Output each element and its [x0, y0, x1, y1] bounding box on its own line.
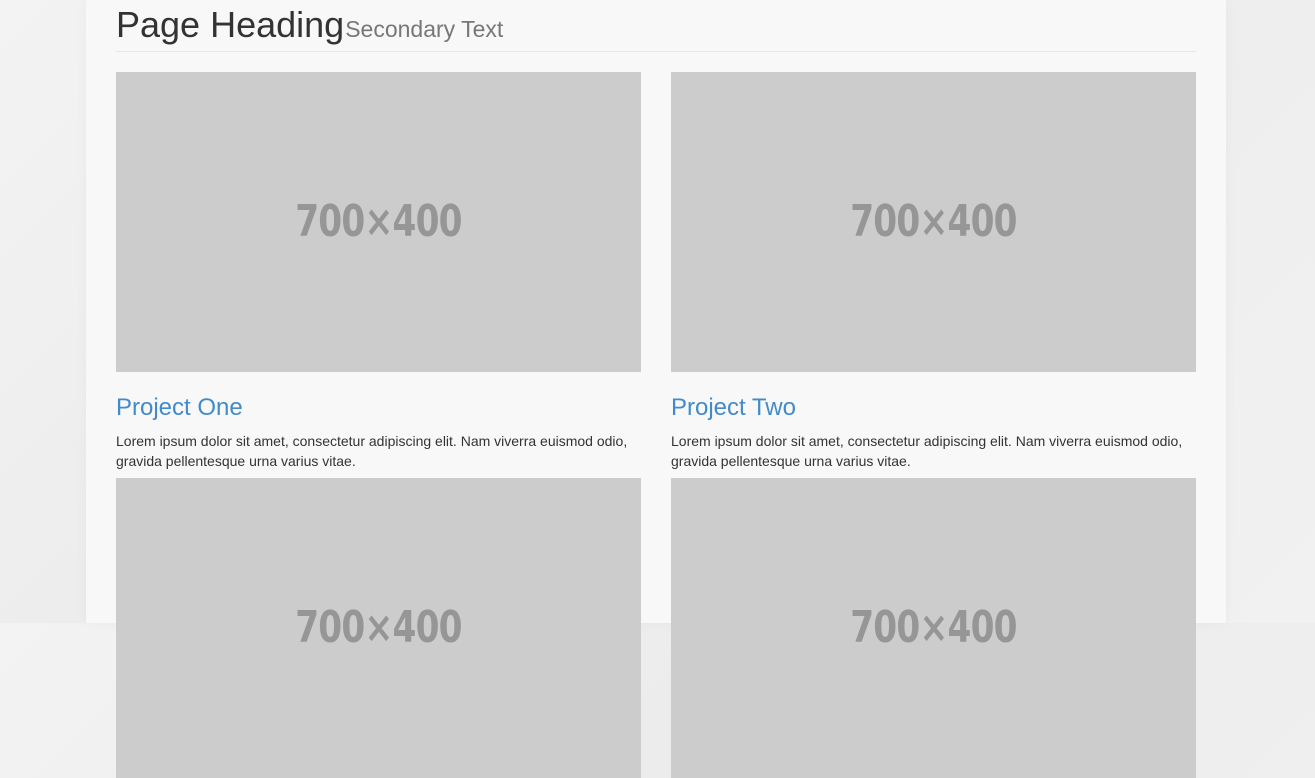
page-subtitle: Secondary Text	[345, 16, 504, 42]
project-image-1[interactable]: 700×400	[116, 72, 641, 372]
project-image-3[interactable]: 700×400	[116, 478, 641, 778]
page-title: Page HeadingSecondary Text	[116, 5, 503, 49]
project-image-2[interactable]: 700×400	[671, 72, 1196, 372]
project-one-link[interactable]: Project One	[116, 393, 243, 423]
image-size-label: 700×400	[295, 196, 462, 247]
project-two-description: Lorem ipsum dolor sit amet, consectetur …	[671, 433, 1183, 469]
image-size-label: 700×400	[295, 602, 462, 653]
page-container: Page HeadingSecondary Text 700×400 Proje…	[86, 0, 1226, 778]
project-one-description: Lorem ipsum dolor sit amet, consectetur …	[116, 433, 628, 469]
page-header: Page HeadingSecondary Text	[116, 0, 1196, 52]
image-size-label: 700×400	[850, 602, 1017, 653]
project-image-4[interactable]: 700×400	[671, 478, 1196, 778]
project-two-link[interactable]: Project Two	[671, 393, 796, 423]
page-title-text: Page Heading	[116, 4, 345, 45]
image-size-label: 700×400	[850, 196, 1017, 247]
